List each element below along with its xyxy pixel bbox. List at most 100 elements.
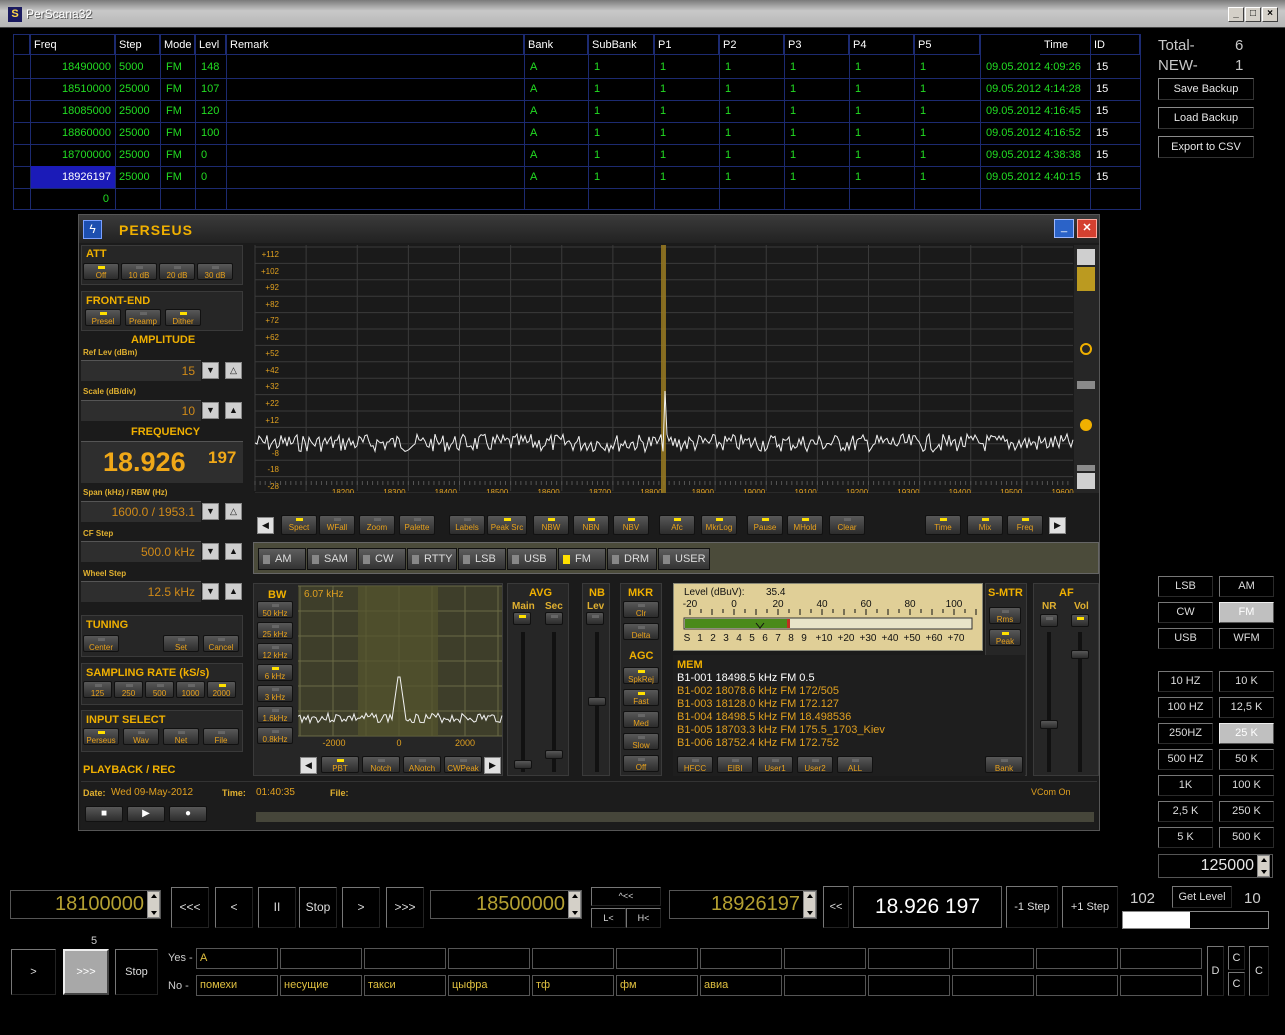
- step-button[interactable]: 100 HZ: [1158, 697, 1213, 718]
- span-value[interactable]: 1600.0 / 1953.1: [81, 501, 201, 522]
- end-freq-spinner[interactable]: [568, 891, 581, 918]
- yes-filter-field[interactable]: [532, 948, 614, 969]
- mem-row[interactable]: B1-004 18498.5 kHz FM 18.498536: [677, 711, 1017, 724]
- span-down-arrow-icon[interactable]: ▼: [202, 503, 219, 520]
- peak-button[interactable]: Peak: [989, 629, 1021, 646]
- rms-button[interactable]: Rms: [989, 607, 1021, 624]
- no-filter-field[interactable]: [952, 975, 1034, 996]
- yes-filter-field[interactable]: [280, 948, 362, 969]
- cf-down-arrow-icon[interactable]: ▼: [202, 543, 219, 560]
- avg-main-button[interactable]: [513, 612, 531, 625]
- spectrum-tool-button[interactable]: Afc: [659, 515, 695, 535]
- scan-nav-button[interactable]: <: [215, 887, 253, 928]
- frontend-button[interactable]: Preamp: [125, 309, 161, 326]
- scale-value[interactable]: 10: [81, 400, 201, 421]
- get-level-button[interactable]: Get Level: [1172, 886, 1232, 908]
- cf-step-value[interactable]: 500.0 kHz: [81, 541, 201, 562]
- c-button-top[interactable]: C: [1228, 946, 1245, 970]
- avg-sec-button[interactable]: [545, 612, 563, 625]
- demod-mode-lsb[interactable]: LSB: [458, 548, 506, 570]
- span-up-arrow-icon[interactable]: △: [225, 503, 242, 520]
- bw-button[interactable]: 25 kHz: [257, 622, 293, 639]
- step-button[interactable]: 100 K: [1219, 775, 1274, 796]
- no-filter-field[interactable]: такси: [364, 975, 446, 996]
- bw-tool-button[interactable]: PBT: [321, 756, 359, 773]
- mem-filter-button[interactable]: ALL: [837, 756, 873, 773]
- wheel-up-arrow-icon[interactable]: ▲: [225, 583, 242, 600]
- spectrum-tool-button[interactable]: WFall: [319, 515, 355, 535]
- spectrum-tool-button[interactable]: Pause: [747, 515, 783, 535]
- nr-slider[interactable]: [1040, 720, 1058, 729]
- ref-down-arrow-icon[interactable]: ▼: [202, 362, 219, 379]
- yes-filter-field[interactable]: [700, 948, 782, 969]
- yes-filter-field[interactable]: [784, 948, 866, 969]
- sampling-button[interactable]: 1000: [176, 681, 205, 698]
- spectrum-tool-button[interactable]: Zoom: [359, 515, 395, 535]
- table-cell[interactable]: [229, 166, 525, 188]
- step-button[interactable]: 10 K: [1219, 671, 1274, 692]
- avg-sec-slider[interactable]: [545, 750, 563, 759]
- mem-filter-button[interactable]: User1: [757, 756, 793, 773]
- step-button[interactable]: 250HZ: [1158, 723, 1213, 744]
- nb-slider[interactable]: [588, 697, 606, 706]
- wheel-step-value[interactable]: 12.5 kHz: [81, 581, 201, 602]
- agc-button[interactable]: Off: [623, 755, 659, 772]
- table-row[interactable]: 18860000 25000 FM 100 A 1 1 1 1 1 1 09.05.2012 4:16…: [14, 122, 1140, 144]
- table-row[interactable]: 18926197 25000 FM 0 A 1 1 1 1 1 1 09.05.2012 4:40:1…: [14, 166, 1140, 188]
- yes-filter-field[interactable]: [616, 948, 698, 969]
- perseus-close-button[interactable]: ✕: [1077, 219, 1097, 238]
- agc-button[interactable]: Med: [623, 711, 659, 728]
- frontend-button[interactable]: Presel: [85, 309, 121, 326]
- end-freq-field[interactable]: 18500000: [430, 890, 582, 919]
- sampling-button[interactable]: 2000: [207, 681, 236, 698]
- nr-button[interactable]: [1040, 614, 1058, 627]
- att-button[interactable]: 20 dB: [159, 263, 195, 280]
- bw-left-arrow-icon[interactable]: ◀: [300, 757, 317, 774]
- step-button[interactable]: 50 K: [1219, 749, 1274, 770]
- wheel-down-arrow-icon[interactable]: ▼: [202, 583, 219, 600]
- bottom-stop-button[interactable]: Stop: [115, 949, 158, 995]
- no-filter-field[interactable]: цыфра: [448, 975, 530, 996]
- lower-limit-button[interactable]: L<: [591, 908, 626, 928]
- scan-nav-button[interactable]: >>>: [386, 887, 424, 928]
- step-button[interactable]: 5 K: [1158, 827, 1213, 848]
- scan-nav-button[interactable]: Stop: [299, 887, 337, 928]
- current-freq-field[interactable]: 18926197: [669, 890, 817, 919]
- step-spinner[interactable]: [1257, 855, 1270, 877]
- mem-filter-button[interactable]: HFCC: [677, 756, 713, 773]
- mkr-button[interactable]: Delta: [623, 623, 659, 640]
- spectrum-tool-button[interactable]: NBN: [573, 515, 609, 535]
- nb-button[interactable]: [586, 612, 604, 625]
- yes-filter-field[interactable]: [1120, 948, 1202, 969]
- fast-forward-button[interactable]: >>>: [63, 949, 109, 995]
- no-filter-field[interactable]: несущие: [280, 975, 362, 996]
- table-row[interactable]: 18510000 25000 FM 107 A 1 1 1 1 1 1 09.05.2012 4:14…: [14, 78, 1140, 100]
- table-cell[interactable]: [229, 144, 525, 166]
- sampling-button[interactable]: 500: [145, 681, 174, 698]
- spectrum-tool-button[interactable]: Labels: [449, 515, 485, 535]
- yes-filter-field[interactable]: [448, 948, 530, 969]
- frontend-button[interactable]: Dither: [165, 309, 201, 326]
- table-cell[interactable]: [229, 56, 525, 78]
- mem-filter-button[interactable]: EIBI: [717, 756, 753, 773]
- avg-main-slider[interactable]: [514, 760, 532, 769]
- bw-button[interactable]: 50 kHz: [257, 601, 293, 618]
- step-value-field[interactable]: 125000: [1158, 854, 1273, 878]
- bw-button[interactable]: 3 kHz: [257, 685, 293, 702]
- no-filter-field[interactable]: [868, 975, 950, 996]
- playback-progress[interactable]: [256, 812, 1094, 822]
- vol-slider[interactable]: [1071, 650, 1089, 659]
- bw-button[interactable]: 1.6kHz: [257, 706, 293, 723]
- current-freq-spinner[interactable]: [803, 891, 816, 918]
- next-button[interactable]: >: [11, 949, 56, 995]
- mem-row[interactable]: B1-003 18128.0 kHz FM 172.127: [677, 698, 1017, 711]
- scan-nav-button[interactable]: >: [342, 887, 380, 928]
- no-filter-field[interactable]: [1120, 975, 1202, 996]
- demod-mode-drm[interactable]: DRM: [607, 548, 657, 570]
- no-filter-field[interactable]: фм: [616, 975, 698, 996]
- spectrum-tool-button[interactable]: Palette: [399, 515, 435, 535]
- bw-button[interactable]: 12 kHz: [257, 643, 293, 660]
- save-backup-button[interactable]: Save Backup: [1158, 78, 1254, 100]
- input-button[interactable]: File: [203, 728, 239, 745]
- spectrum-tool-button[interactable]: Spect: [281, 515, 317, 535]
